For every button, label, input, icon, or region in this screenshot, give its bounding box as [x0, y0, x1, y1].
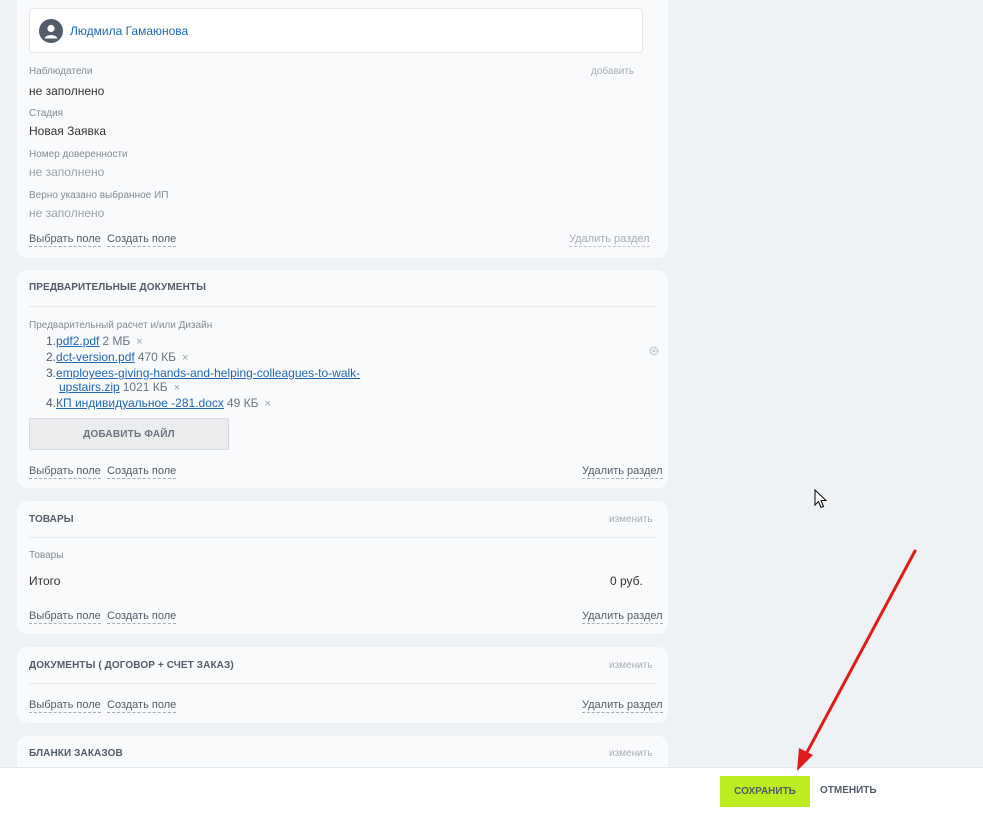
add-file-button[interactable]: ДОБАВИТЬ ФАЙЛ — [29, 418, 229, 450]
delete-section-link[interactable]: Удалить раздел — [582, 465, 663, 479]
file-item-2: 2.dct-version.pdf 470 КБ × — [46, 350, 189, 364]
products-total-value: 0 руб. — [610, 574, 643, 588]
close-icon[interactable]: × — [264, 398, 270, 410]
choose-field-link[interactable]: Выбрать поле — [29, 233, 101, 247]
file-item-3-cont: upstairs.zip 1021 КБ × — [59, 380, 181, 394]
observers-add-link[interactable]: добавить — [591, 66, 634, 77]
file-item-1: 1.pdf2.pdf 2 МБ × — [46, 334, 143, 348]
ip-check-value[interactable]: не заполнено — [29, 206, 104, 220]
file-link-3-cont[interactable]: upstairs.zip — [59, 380, 120, 394]
save-button[interactable]: СОХРАНИТЬ — [720, 776, 810, 807]
observers-value: не заполнено — [29, 84, 105, 98]
stage-label: Стадия — [29, 108, 64, 119]
file-link-1[interactable]: pdf2.pdf — [56, 334, 99, 348]
file-item-4: 4.КП индивидуальное -281.docx 49 КБ × — [46, 396, 271, 410]
create-field-link[interactable]: Создать поле — [107, 233, 177, 247]
products-card: ТОВАРЫ изменить Товары Итого 0 руб. Выбр… — [17, 501, 668, 634]
gear-icon[interactable] — [648, 345, 660, 357]
close-icon[interactable]: × — [182, 352, 188, 364]
order-forms-title: БЛАНКИ ЗАКАЗОВ — [29, 748, 123, 759]
documents-edit-link[interactable]: изменить — [609, 660, 653, 671]
mouse-cursor-icon — [814, 489, 828, 509]
user-avatar-icon — [39, 19, 63, 43]
file-link-3[interactable]: employees-giving-hands-and-helping-colle… — [56, 366, 360, 380]
create-field-link[interactable]: Создать поле — [107, 465, 177, 479]
order-forms-edit-link[interactable]: изменить — [609, 748, 653, 759]
cancel-button[interactable]: ОТМЕНИТЬ — [820, 785, 877, 796]
documents-title: ДОКУМЕНТЫ ( ДОГОВОР + СЧЕТ ЗАКАЗ) — [29, 660, 234, 671]
choose-field-link[interactable]: Выбрать поле — [29, 610, 101, 624]
stage-value[interactable]: Новая Заявка — [29, 124, 106, 138]
delete-section-link[interactable]: Удалить раздел — [582, 610, 663, 624]
responsible-user-name[interactable]: Людмила Гамаюнова — [70, 24, 188, 38]
section-divider — [29, 683, 656, 684]
delete-section-link[interactable]: Удалить раздел — [582, 699, 663, 713]
poa-number-label: Номер доверенности — [29, 149, 128, 160]
close-icon[interactable]: × — [136, 336, 142, 348]
products-total-label: Итого — [29, 574, 61, 588]
products-field-label: Товары — [29, 550, 64, 561]
main-fields-card: Людмила Гамаюнова Наблюдатели добавить н… — [17, 0, 668, 258]
section-divider — [29, 306, 656, 307]
prelim-calc-label: Предварительный расчет и/или Дизайн — [29, 320, 213, 331]
create-field-link[interactable]: Создать поле — [107, 610, 177, 624]
prelim-docs-card: ПРЕДВАРИТЕЛЬНЫЕ ДОКУМЕНТЫ Предварительны… — [17, 270, 668, 488]
observers-label: Наблюдатели — [29, 66, 93, 77]
prelim-docs-title: ПРЕДВАРИТЕЛЬНЫЕ ДОКУМЕНТЫ — [29, 282, 206, 293]
documents-card: ДОКУМЕНТЫ ( ДОГОВОР + СЧЕТ ЗАКАЗ) измени… — [17, 647, 668, 723]
delete-section-link[interactable]: Удалить раздел — [569, 233, 650, 247]
responsible-user-box[interactable]: Людмила Гамаюнова — [29, 8, 643, 53]
products-title: ТОВАРЫ — [29, 514, 74, 525]
products-edit-link[interactable]: изменить — [609, 514, 653, 525]
choose-field-link[interactable]: Выбрать поле — [29, 465, 101, 479]
close-icon[interactable]: × — [174, 382, 180, 394]
poa-number-value[interactable]: не заполнено — [29, 165, 104, 179]
file-item-3: 3.employees-giving-hands-and-helping-col… — [46, 366, 361, 380]
ip-check-label: Верно указано выбранное ИП — [29, 190, 169, 201]
file-link-2[interactable]: dct-version.pdf — [56, 350, 135, 364]
file-link-4[interactable]: КП индивидуальное -281.docx — [56, 396, 224, 410]
choose-field-link[interactable]: Выбрать поле — [29, 699, 101, 713]
action-footer: СОХРАНИТЬ ОТМЕНИТЬ — [0, 767, 983, 813]
section-divider — [29, 537, 656, 538]
create-field-link[interactable]: Создать поле — [107, 699, 177, 713]
